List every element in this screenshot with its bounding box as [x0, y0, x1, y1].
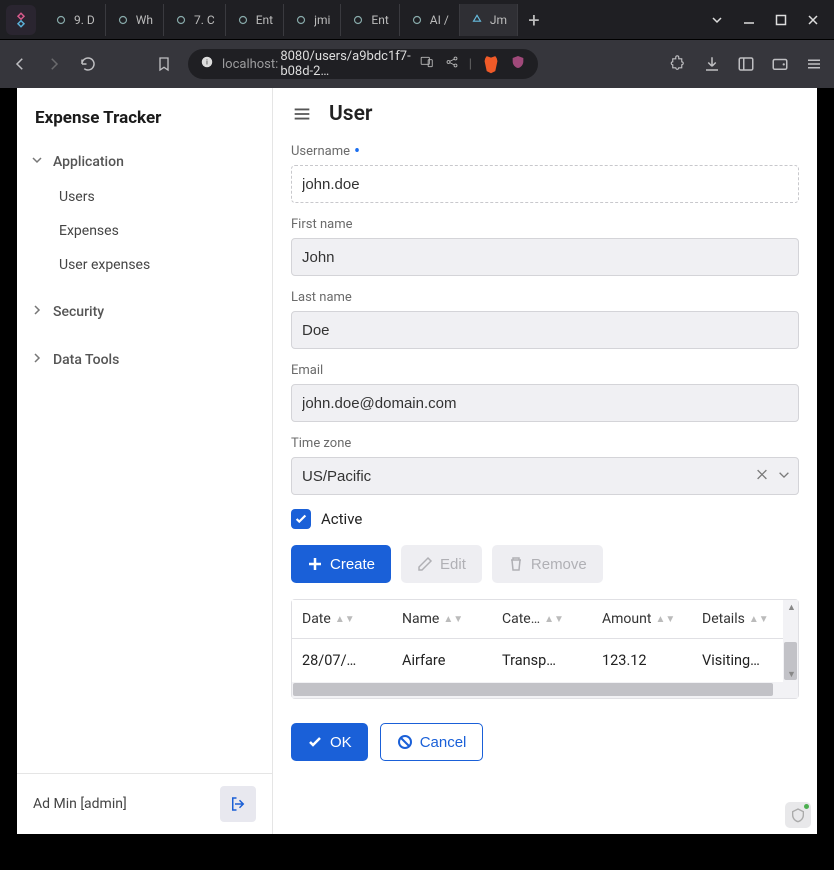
- menu-icon[interactable]: [804, 54, 824, 74]
- lastname-field[interactable]: [291, 311, 799, 349]
- extensions-icon[interactable]: [668, 54, 688, 74]
- vertical-scrollbar[interactable]: ▲ ▼: [783, 600, 798, 682]
- sidebar-item-user-expenses[interactable]: User expenses: [59, 248, 272, 282]
- column-header-amount[interactable]: Amount▲▼: [592, 600, 692, 638]
- address-bar[interactable]: i localhost:8080/users/a9bdc1f7-b08d-2… …: [188, 49, 538, 79]
- scroll-up-icon[interactable]: ▲: [787, 602, 796, 613]
- edit-button: Edit: [401, 545, 482, 583]
- maximize-icon[interactable]: [774, 13, 788, 27]
- timezone-label: Time zone: [291, 436, 799, 451]
- horizontal-scrollbar[interactable]: [292, 682, 798, 698]
- remove-button: Remove: [492, 545, 603, 583]
- ok-button[interactable]: OK: [291, 723, 368, 761]
- section-application[interactable]: Application: [17, 144, 272, 180]
- create-button[interactable]: Create: [291, 545, 391, 583]
- active-checkbox[interactable]: [291, 509, 311, 529]
- sort-icon: ▲▼: [443, 617, 463, 622]
- browser-tab[interactable]: Ent: [341, 4, 399, 36]
- sidebar-item-users[interactable]: Users: [59, 180, 272, 214]
- column-header-name[interactable]: Name▲▼: [392, 600, 492, 638]
- app-brand: Expense Tracker: [17, 88, 272, 144]
- browser-tab[interactable]: 9. D: [44, 4, 106, 36]
- username-label: Username•: [291, 144, 799, 159]
- cell-category: Transp…: [492, 639, 592, 682]
- column-header-details[interactable]: Details▲▼: [692, 600, 783, 638]
- email-label: Email: [291, 363, 799, 378]
- minimize-icon[interactable]: [742, 13, 756, 27]
- new-tab-button[interactable]: +: [518, 8, 550, 32]
- chevron-down-icon[interactable]: [777, 467, 791, 486]
- main-content: User Username• First name Last name Emai…: [273, 88, 817, 834]
- browser-navbar: i localhost:8080/users/a9bdc1f7-b08d-2… …: [0, 40, 834, 88]
- browser-tab[interactable]: Ent: [226, 4, 284, 36]
- chevron-right-icon: [31, 304, 45, 320]
- section-security[interactable]: Security: [17, 294, 272, 330]
- sidebar-footer: Ad Min [admin]: [17, 773, 272, 834]
- chevron-right-icon: [31, 352, 45, 368]
- share-icon[interactable]: [445, 55, 459, 73]
- cell-details: Visiting…: [692, 639, 783, 682]
- drawer-toggle-button[interactable]: [291, 103, 313, 125]
- browser-tab[interactable]: AI /: [400, 4, 460, 36]
- username-field[interactable]: [291, 165, 799, 203]
- download-icon[interactable]: [702, 54, 722, 74]
- chevron-down-icon: [31, 154, 45, 170]
- bookmark-icon[interactable]: [154, 54, 174, 74]
- column-header-category[interactable]: Cate…▲▼: [492, 600, 592, 638]
- clear-icon[interactable]: [755, 467, 769, 486]
- sidebar-icon[interactable]: [736, 54, 756, 74]
- cell-name: Airfare: [392, 639, 492, 682]
- cell-date: 28/07/…: [292, 639, 392, 682]
- section-data-tools[interactable]: Data Tools: [17, 342, 272, 378]
- shield-icon[interactable]: [510, 54, 526, 74]
- sort-icon: ▲▼: [749, 617, 769, 622]
- site-info-icon[interactable]: i: [200, 55, 214, 73]
- expenses-table: Date▲▼ Name▲▼ Cate…▲▼ Amount▲▼ Details▲▼…: [291, 599, 799, 699]
- firstname-field[interactable]: [291, 238, 799, 276]
- browser-tab[interactable]: Jm: [460, 4, 518, 36]
- lastname-label: Last name: [291, 290, 799, 305]
- scrollbar-thumb[interactable]: [293, 683, 773, 696]
- timezone-select[interactable]: [291, 457, 799, 495]
- svg-text:i: i: [206, 58, 208, 66]
- wallet-icon[interactable]: [770, 54, 790, 74]
- main-topbar: User: [273, 88, 817, 144]
- url-path: 8080/users/a9bdc1f7-b08d-2…: [280, 49, 410, 79]
- browser-titlebar: 9. D Wh 7. C Ent jmi Ent AI / Jm +: [0, 0, 834, 40]
- sort-icon: ▲▼: [655, 617, 675, 622]
- close-icon[interactable]: [806, 13, 820, 27]
- sidebar-item-expenses[interactable]: Expenses: [59, 214, 272, 248]
- table-row[interactable]: 28/07/… Airfare Transp… 123.12 Visiting…: [292, 639, 798, 682]
- firstname-label: First name: [291, 217, 799, 232]
- page-title: User: [329, 102, 372, 126]
- browser-tab[interactable]: jmi: [284, 4, 341, 36]
- reload-icon[interactable]: [78, 54, 98, 74]
- active-label: Active: [321, 510, 362, 528]
- sidebar: Expense Tracker Application Users Expens…: [17, 88, 273, 834]
- sort-icon: ▲▼: [544, 617, 564, 622]
- support-widget[interactable]: [785, 802, 811, 828]
- browser-tab[interactable]: 7. C: [164, 4, 226, 36]
- app-launcher-icon[interactable]: [6, 5, 36, 35]
- url-host: localhost:: [222, 57, 278, 72]
- brave-icon[interactable]: [482, 54, 500, 74]
- sort-icon: ▲▼: [335, 617, 355, 622]
- required-indicator: •: [354, 148, 360, 156]
- browser-tab[interactable]: Wh: [106, 4, 164, 36]
- cancel-button[interactable]: Cancel: [380, 723, 484, 761]
- current-user-label: Ad Min [admin]: [33, 796, 127, 812]
- column-header-date[interactable]: Date▲▼: [292, 600, 392, 638]
- dialog-actions: OK Cancel: [273, 711, 817, 773]
- app-viewport: Expense Tracker Application Users Expens…: [17, 88, 817, 834]
- back-icon[interactable]: [10, 54, 30, 74]
- scroll-down-icon[interactable]: ▼: [787, 669, 796, 680]
- user-form: Username• First name Last name Email Tim…: [273, 144, 817, 711]
- email-field[interactable]: [291, 384, 799, 422]
- forward-icon[interactable]: [44, 54, 64, 74]
- cell-amount: 123.12: [592, 639, 692, 682]
- tab-overflow-icon[interactable]: [710, 13, 724, 27]
- responsive-icon[interactable]: [419, 55, 435, 73]
- logout-button[interactable]: [220, 786, 256, 822]
- status-dot: [804, 804, 809, 809]
